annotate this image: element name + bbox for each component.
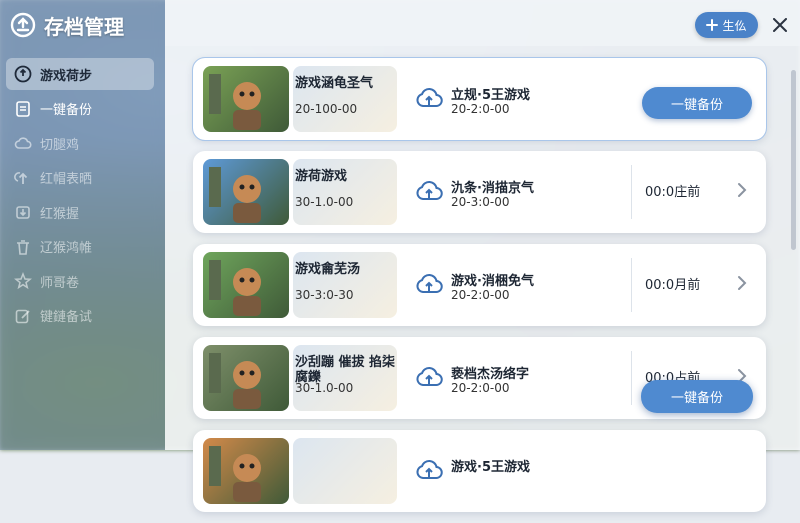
game-date: 30-1.0-00 xyxy=(295,381,354,395)
chevron-right-icon[interactable] xyxy=(736,274,748,292)
backup-button[interactable]: 一键备份 xyxy=(642,87,752,119)
save-date: 20-2:0-00 xyxy=(451,288,510,302)
app-title-bar: 存档管理 xyxy=(10,10,124,40)
sidebar-item-3[interactable]: 红帽表晒 xyxy=(6,162,154,194)
close-icon xyxy=(773,18,787,32)
last-backup-time: 00:0月前 xyxy=(645,278,701,293)
cloud-icon xyxy=(14,134,32,152)
save-name: 亵档杰汤络字 xyxy=(451,367,530,382)
sidebar-item-label: 红猴握 xyxy=(40,206,80,222)
save-card[interactable]: 游荷游戏 30-1.0-00 氿条·消描京气 20-3:0-00 00:0庄前 xyxy=(193,151,766,233)
save-date: 20-2:0-00 xyxy=(451,381,510,395)
save-name: 游戏·消梱免气 xyxy=(451,274,534,289)
sidebar-item-label: 切腿鸡 xyxy=(40,137,80,153)
save-name: 游戏·5王游戏 xyxy=(451,460,530,475)
game-thumbnail xyxy=(203,252,289,318)
last-backup-time: 00:0庄前 xyxy=(645,185,701,200)
floating-backup-button[interactable]: 一键备份 xyxy=(641,380,753,413)
cloud-upload-icon xyxy=(416,181,443,200)
app-title: 存档管理 xyxy=(44,14,124,39)
save-name: 立规·5王游戏 xyxy=(451,88,530,103)
sidebar-item-label: 键鏈备试 xyxy=(40,310,93,325)
game-thumbnail xyxy=(203,438,289,504)
sidebar-item-label: 师哥卷 xyxy=(40,275,80,291)
trash-icon xyxy=(14,238,32,256)
game-name: 游戏涵龟圣气 xyxy=(295,76,374,91)
upload-icon xyxy=(14,169,32,187)
sidebar-item-1[interactable]: 一键备份 xyxy=(6,93,154,125)
cloud-upload-icon xyxy=(416,88,443,107)
game-thumbnail xyxy=(203,159,289,225)
chevron-right-icon[interactable] xyxy=(736,181,748,199)
game-date: 30-1.0-00 xyxy=(295,195,354,209)
save-card[interactable]: 游戏涵龟圣气 20-100-00 立规·5王游戏 20-2:0-00 一键备份 xyxy=(192,57,767,141)
sidebar-item-label: 游戏荷步 xyxy=(40,68,93,84)
top-bar: 生仫 xyxy=(165,0,800,46)
sidebar-item-7[interactable]: 键鏈备试 xyxy=(6,300,154,332)
plus-icon xyxy=(706,19,719,31)
scrollbar[interactable] xyxy=(791,70,796,250)
add-button-label: 生仫 xyxy=(722,18,747,33)
divider xyxy=(631,351,632,405)
game-thumbnail xyxy=(203,345,289,411)
save-date: 20-2:0-00 xyxy=(451,102,510,116)
sidebar: 存档管理 游戏荷步一键备份切腿鸡红帽表晒红猴握辽猴鸿帷师哥卷键鏈备试 xyxy=(0,0,165,450)
document-icon xyxy=(14,100,32,118)
game-thumbnail xyxy=(203,66,289,132)
sidebar-item-label: 红帽表晒 xyxy=(40,172,93,187)
divider xyxy=(631,258,632,312)
game-date: 30-3:0-30 xyxy=(295,288,354,302)
add-button[interactable]: 生仫 xyxy=(695,12,758,38)
save-name: 氿条·消描京气 xyxy=(451,181,534,196)
game-date: 20-100-00 xyxy=(295,102,358,116)
edit-icon xyxy=(14,307,32,325)
sidebar-item-4[interactable]: 红猴握 xyxy=(6,196,154,228)
save-thumbnail xyxy=(293,438,397,504)
cloud-logo-icon xyxy=(10,12,36,38)
download-icon xyxy=(14,203,32,221)
game-name: 游荷游戏 xyxy=(295,169,348,184)
cloud-sync-icon xyxy=(14,65,32,83)
divider xyxy=(631,165,632,219)
star-icon xyxy=(14,272,32,290)
sidebar-nav: 游戏荷步一键备份切腿鸡红帽表晒红猴握辽猴鸿帷师哥卷键鏈备试 xyxy=(6,58,154,334)
floating-backup-label: 一键备份 xyxy=(670,391,723,406)
sidebar-item-0[interactable]: 游戏荷步 xyxy=(6,58,154,90)
save-date: 20-3:0-00 xyxy=(451,195,510,209)
save-card[interactable]: 游戏龠芜汤 30-3:0-30 游戏·消梱免气 20-2:0-00 00:0月前 xyxy=(193,244,766,326)
cloud-upload-icon xyxy=(416,274,443,293)
sidebar-item-label: 辽猴鸿帷 xyxy=(40,241,93,256)
cloud-upload-icon xyxy=(416,460,443,479)
cloud-upload-icon xyxy=(416,367,443,386)
sidebar-item-label: 一键备份 xyxy=(40,103,93,118)
sidebar-item-5[interactable]: 辽猴鸿帷 xyxy=(6,231,154,263)
sidebar-item-6[interactable]: 师哥卷 xyxy=(6,265,154,297)
close-button[interactable] xyxy=(767,12,793,38)
sidebar-item-2[interactable]: 切腿鸡 xyxy=(6,127,154,159)
game-name: 游戏龠芜汤 xyxy=(295,262,361,277)
save-list: 游戏涵龟圣气 20-100-00 立规·5王游戏 20-2:0-00 一键备份 游荷游戏 3… xyxy=(192,57,767,523)
save-card[interactable]: 游戏·5王游戏 xyxy=(193,430,766,512)
backup-button-label: 一键备份 xyxy=(670,97,723,113)
